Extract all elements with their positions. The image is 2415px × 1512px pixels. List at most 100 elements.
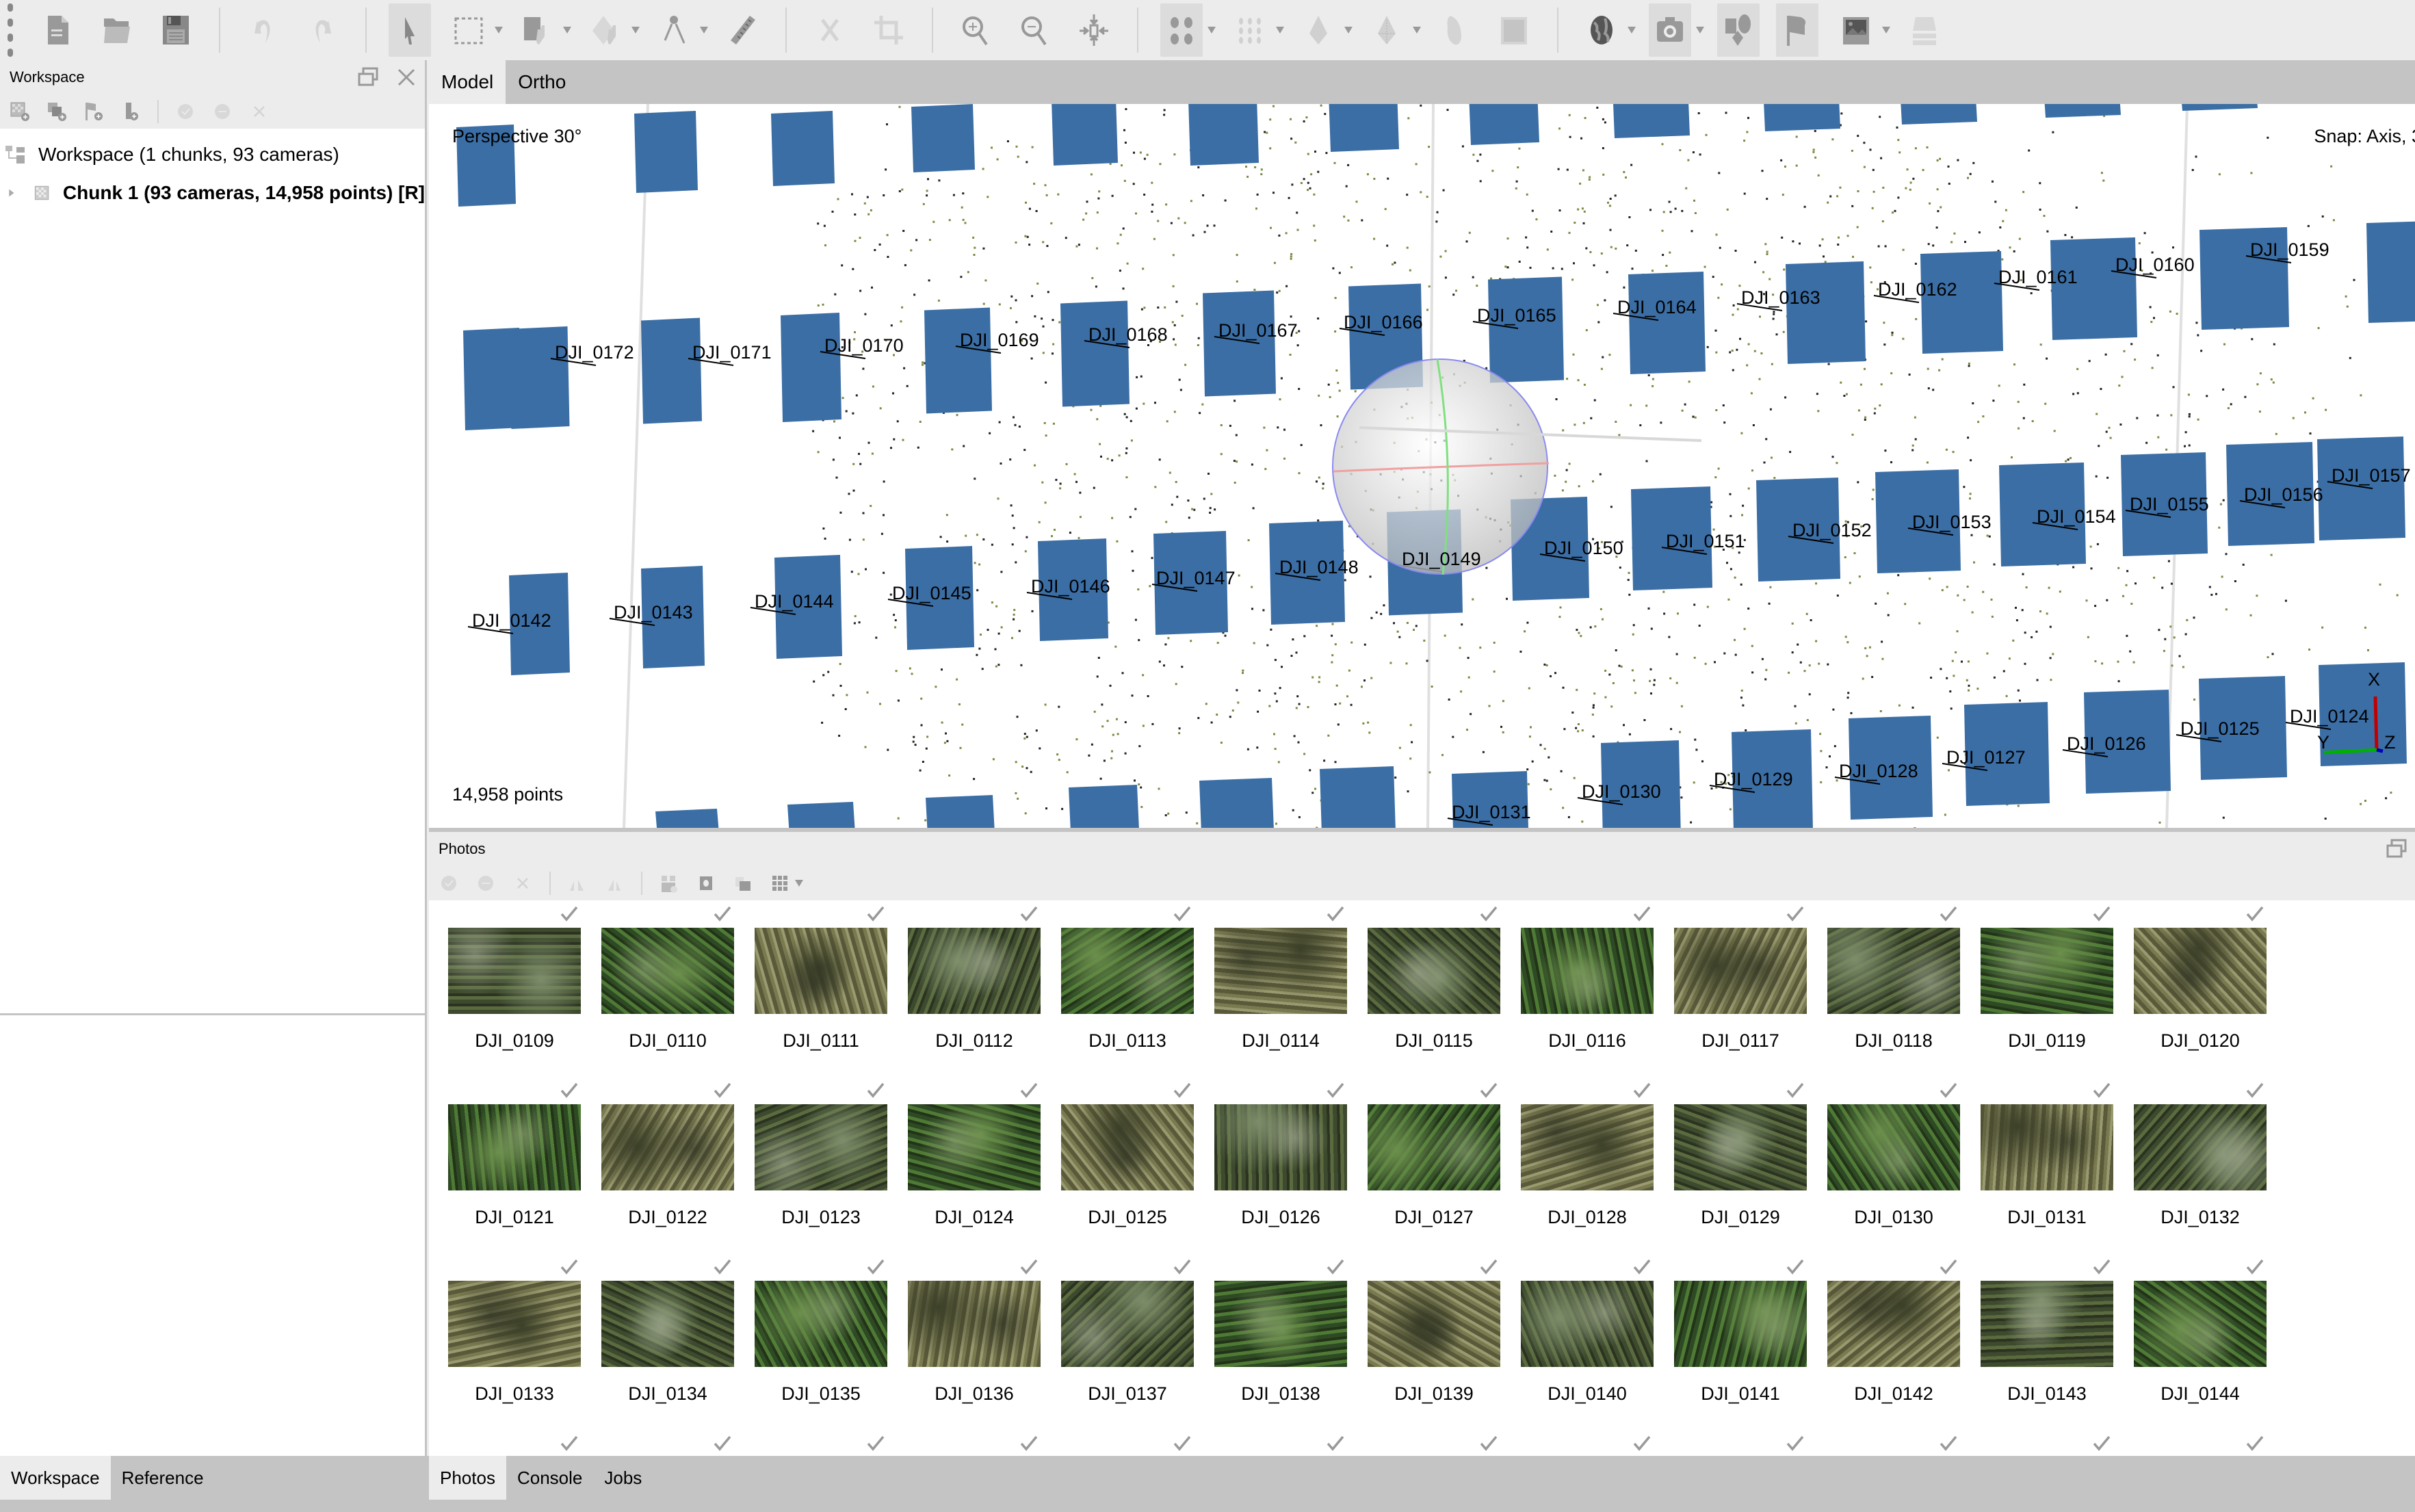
cloud-point — [1023, 449, 1026, 452]
redo-button[interactable] — [301, 3, 343, 57]
show-dense-cloud-dropdown[interactable] — [1275, 26, 1285, 34]
crop-selection-button[interactable] — [867, 3, 910, 57]
draw-polyline-button[interactable] — [653, 3, 695, 57]
show-tiled-model-dropdown[interactable] — [1412, 26, 1422, 34]
undock-panel-icon[interactable] — [2385, 837, 2408, 861]
cloud-point — [956, 414, 958, 417]
add-photos-icon[interactable] — [47, 101, 67, 122]
cloud-point — [1914, 416, 1916, 419]
show-cameras-dropdown[interactable] — [1695, 26, 1705, 34]
cloud-point — [1034, 464, 1036, 467]
cloud-point — [1117, 733, 1119, 735]
enable-check-icon[interactable] — [439, 873, 459, 894]
show-region-button[interactable] — [1835, 3, 1877, 57]
toolbar-grip-handle[interactable] — [5, 3, 15, 57]
cloud-point — [991, 543, 993, 546]
cloud-point — [2158, 629, 2161, 631]
tab-model[interactable]: Model — [429, 60, 506, 104]
cloud-point — [2325, 408, 2327, 411]
remove-x-icon[interactable] — [249, 101, 270, 122]
remove-x-icon[interactable] — [512, 873, 533, 894]
show-dense-cloud-button[interactable] — [1229, 3, 1271, 57]
camera-label: DJI_0145 — [892, 583, 971, 603]
undock-panel-icon[interactable] — [356, 66, 380, 89]
reset-view-button[interactable] — [1073, 3, 1115, 57]
cloud-point — [1743, 192, 1746, 195]
cloud-point — [1615, 649, 1617, 651]
disable-minus-icon[interactable] — [475, 873, 496, 894]
cloud-point — [1650, 627, 1653, 630]
save-button[interactable] — [155, 3, 197, 57]
tab-jobs[interactable]: Jobs — [593, 1456, 653, 1500]
cloud-point — [978, 563, 981, 566]
open-project-button[interactable] — [96, 3, 138, 57]
show-region-dropdown[interactable] — [1881, 26, 1891, 34]
dropdown-arrow-icon[interactable] — [794, 879, 804, 887]
tab-photos[interactable]: Photos — [429, 1456, 506, 1500]
navigation-tool-button[interactable] — [389, 3, 431, 57]
scene-canvas[interactable] — [429, 104, 2415, 828]
disable-minus-icon[interactable] — [212, 101, 233, 122]
rotate-left-icon[interactable] — [604, 873, 625, 894]
tree-item-workspace[interactable]: Workspace (1 chunks, 93 cameras) — [0, 135, 425, 174]
resize-region-button[interactable] — [516, 3, 558, 57]
cloud-point — [839, 436, 841, 439]
rectangle-selection-button[interactable] — [447, 3, 490, 57]
enable-check-icon[interactable] — [175, 101, 196, 122]
mask-icon[interactable] — [696, 873, 716, 894]
rotate-region-button[interactable] — [584, 3, 627, 57]
cloud-point — [1891, 334, 1894, 337]
expand-arrow-icon[interactable] — [5, 186, 18, 200]
tab-console[interactable]: Console — [506, 1456, 593, 1500]
add-scalebar-icon[interactable] — [120, 101, 141, 122]
show-basemap-button[interactable] — [1580, 3, 1623, 57]
folder-open-icon — [104, 18, 130, 43]
show-model-dropdown[interactable] — [1344, 26, 1353, 34]
show-shapes-button[interactable] — [1717, 3, 1760, 57]
show-basemap-dropdown[interactable] — [1627, 26, 1636, 34]
show-points-button[interactable] — [1160, 3, 1203, 57]
new-document-button[interactable] — [37, 3, 79, 57]
zoom-in-button[interactable] — [955, 3, 997, 57]
overlay-icon[interactable] — [733, 873, 753, 894]
cloud-point — [1829, 195, 1832, 198]
panel-divider[interactable] — [0, 1013, 427, 1015]
cloud-point — [1435, 220, 1438, 223]
cloud-point — [1986, 652, 1989, 655]
cloud-point — [1030, 357, 1033, 360]
show-markers-button[interactable] — [1776, 3, 1818, 57]
filter-by-point-icon[interactable] — [659, 873, 679, 894]
ruler-button[interactable] — [721, 3, 763, 57]
tab-ortho[interactable]: Ortho — [506, 60, 578, 104]
resize-region-dropdown[interactable] — [562, 26, 572, 34]
cloud-point — [1819, 733, 1822, 735]
model-viewport[interactable]: DJI_0172 DJI_0171 DJI_0170 DJI_0169 DJI_0168… — [429, 104, 2415, 828]
show-tiled-model-button[interactable] — [1366, 3, 1408, 57]
cloud-point — [1649, 668, 1652, 670]
undo-button[interactable] — [242, 3, 285, 57]
show-layers-button[interactable] — [1903, 3, 1946, 57]
add-marker-icon[interactable] — [83, 101, 104, 122]
tree-item-chunk[interactable]: Chunk 1 (93 cameras, 14,958 points) [R] — [0, 174, 425, 212]
rotate-right-icon[interactable] — [567, 873, 588, 894]
show-orthomosaic-button[interactable] — [1493, 3, 1535, 57]
zoom-out-button[interactable] — [1014, 3, 1056, 57]
add-chunk-icon[interactable] — [10, 101, 30, 122]
view-mode-grid-icon[interactable] — [770, 873, 790, 894]
show-dem-button[interactable] — [1434, 3, 1476, 57]
cloud-point — [1278, 234, 1281, 237]
close-panel-icon[interactable] — [395, 66, 418, 89]
draw-polyline-dropdown[interactable] — [699, 26, 709, 34]
rotate-region-dropdown[interactable] — [631, 26, 640, 34]
show-points-dropdown[interactable] — [1207, 26, 1216, 34]
show-model-button[interactable] — [1297, 3, 1340, 57]
cloud-point — [1862, 677, 1864, 680]
cloud-point — [1122, 287, 1125, 290]
cloud-point — [1196, 302, 1198, 305]
cloud-point — [866, 691, 869, 694]
tab-reference[interactable]: Reference — [111, 1456, 215, 1500]
rectangle-selection-dropdown[interactable] — [494, 26, 504, 34]
show-cameras-button[interactable] — [1649, 3, 1691, 57]
tab-workspace[interactable]: Workspace — [0, 1456, 111, 1500]
delete-selection-button[interactable] — [809, 3, 851, 57]
